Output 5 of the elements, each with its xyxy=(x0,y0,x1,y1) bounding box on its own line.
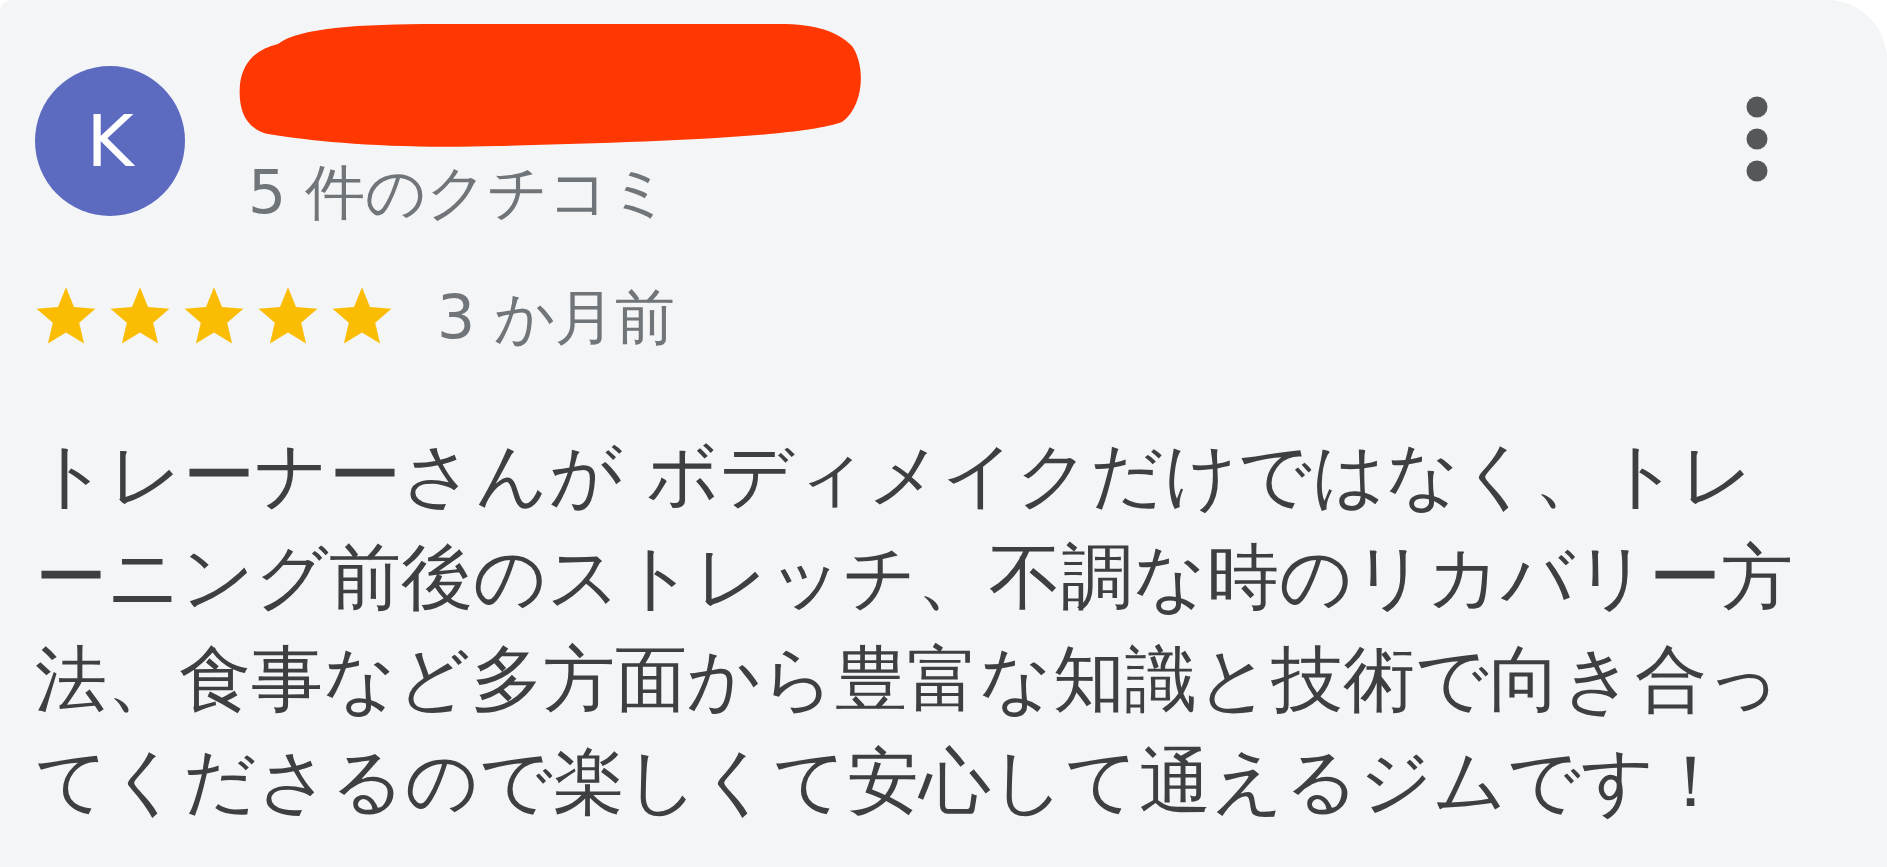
review-time: 3 か月前 xyxy=(437,281,676,353)
avatar: K xyxy=(35,66,185,216)
more-options-icon[interactable] xyxy=(1746,96,1768,182)
review-count: 5 件のクチコミ xyxy=(247,156,672,228)
review-text: トレーナーさんが ボディメイクだけではなく、トレーニング前後のストレッチ、不調な時のリカバリー方法、食事など多方面から豊富な知識と技術で向き合ってくださるので楽しくて安心して通えるジムです！ xyxy=(35,432,1794,825)
